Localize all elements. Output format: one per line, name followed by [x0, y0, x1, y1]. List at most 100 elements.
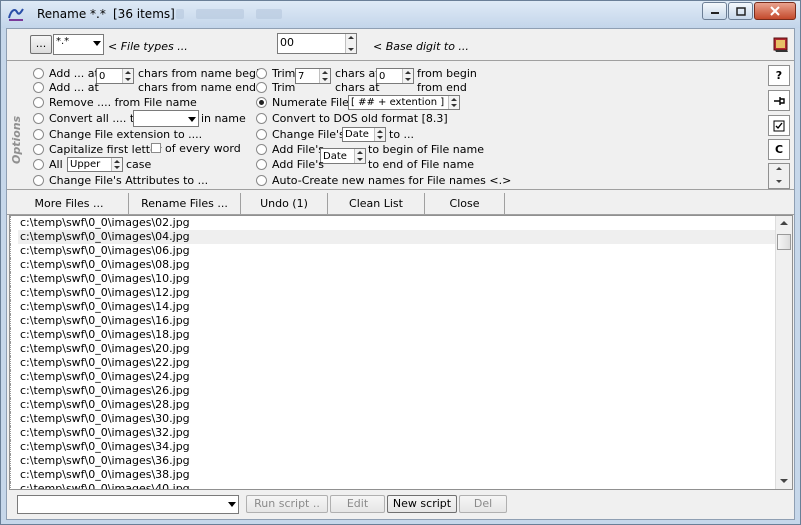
trim-begin-label: Trim	[272, 67, 296, 80]
spin-arrows-icon[interactable]	[402, 69, 413, 83]
add-at-end-radio[interactable]	[33, 82, 44, 93]
auto-create-label: Auto-Create new names for File names <.>	[272, 174, 512, 187]
add-begin-spin[interactable]: 0	[96, 68, 134, 84]
action-toolbar: More Files ... Rename Files ... Undo (1)…	[7, 191, 794, 215]
list-item[interactable]: c:\temp\swf\0_0\images\30.jpg	[10, 412, 776, 426]
list-item[interactable]: c:\temp\swf\0_0\images\26.jpg	[10, 384, 776, 398]
side-scroll[interactable]	[768, 163, 790, 189]
attributes-radio[interactable]	[33, 175, 44, 186]
spin-arrows-icon[interactable]	[111, 158, 122, 171]
trim-begin-radio[interactable]	[256, 68, 267, 79]
delete-script-button[interactable]: Del	[459, 495, 507, 513]
help-button[interactable]: ?	[768, 65, 790, 86]
list-item[interactable]: c:\temp\swf\0_0\images\24.jpg	[10, 370, 776, 384]
list-item[interactable]: c:\temp\swf\0_0\images\38.jpg	[10, 468, 776, 482]
list-item[interactable]: c:\temp\swf\0_0\images\14.jpg	[10, 300, 776, 314]
spin-arrows-icon[interactable]	[374, 128, 385, 141]
trim-pos-spin[interactable]: 0	[376, 68, 414, 84]
numerate-format-spin[interactable]: [ ## + extention ]	[348, 95, 460, 110]
close-window-button[interactable]	[754, 2, 796, 20]
convert-suffix: in name	[201, 112, 246, 125]
c-button[interactable]: C	[768, 139, 790, 160]
list-item[interactable]: c:\temp\swf\0_0\images\20.jpg	[10, 342, 776, 356]
remove-label: Remove .... from File name	[49, 96, 197, 109]
every-word-checkbox[interactable]	[151, 143, 161, 153]
spin-arrows-icon[interactable]	[319, 69, 330, 83]
check-button[interactable]	[768, 115, 790, 136]
list-item[interactable]: c:\temp\swf\0_0\images\06.jpg	[10, 244, 776, 258]
list-item[interactable]: c:\temp\swf\0_0\images\28.jpg	[10, 398, 776, 412]
chevron-down-icon	[225, 496, 238, 513]
base-digit-label: < Base digit to ...	[373, 40, 469, 53]
spin-arrows-icon[interactable]	[354, 149, 365, 163]
list-item[interactable]: c:\temp\swf\0_0\images\36.jpg	[10, 454, 776, 468]
convert-to-combo[interactable]	[133, 110, 199, 127]
close-button[interactable]: Close	[425, 193, 505, 214]
scroll-thumb[interactable]	[777, 234, 791, 250]
run-script-button[interactable]: Run script ..	[246, 495, 328, 513]
list-item[interactable]: c:\temp\swf\0_0\images\08.jpg	[10, 258, 776, 272]
change-date-spin[interactable]: Date	[342, 127, 386, 142]
rename-files-button[interactable]: Rename Files ...	[129, 193, 241, 214]
convert-all-label: Convert all .... to	[49, 112, 141, 125]
list-item[interactable]: c:\temp\swf\0_0\images\10.jpg	[10, 272, 776, 286]
remove-radio[interactable]	[33, 97, 44, 108]
scroll-up-icon[interactable]	[778, 218, 790, 230]
list-item[interactable]: c:\temp\swf\0_0\images\02.jpg	[10, 216, 776, 230]
change-extension-radio[interactable]	[33, 129, 44, 140]
maximize-button[interactable]	[728, 2, 753, 20]
add-at-begin-radio[interactable]	[33, 68, 44, 79]
list-item[interactable]: c:\temp\swf\0_0\images\18.jpg	[10, 328, 776, 342]
clean-list-button[interactable]: Clean List	[328, 193, 425, 214]
file-types-combo[interactable]: *.*	[53, 34, 104, 55]
spin-arrows-icon[interactable]	[345, 34, 356, 53]
script-combo[interactable]	[17, 495, 239, 514]
change-date-value: Date	[345, 129, 369, 140]
change-date-suffix: to ...	[389, 128, 415, 141]
list-item[interactable]: c:\temp\swf\0_0\images\12.jpg	[10, 286, 776, 300]
book-icon[interactable]	[772, 35, 790, 53]
trim-count-spin[interactable]: 7	[295, 68, 331, 84]
add-date-spin[interactable]: Date	[320, 148, 366, 164]
base-digit-input[interactable]: 00	[277, 33, 357, 54]
edit-script-button[interactable]: Edit	[330, 495, 385, 513]
options-label: Options	[10, 115, 23, 165]
list-item[interactable]: c:\temp\swf\0_0\images\40.jpg	[10, 482, 776, 489]
file-list[interactable]: c:\temp\swf\0_0\images\02.jpg c:\temp\sw…	[9, 215, 793, 490]
browse-dots-button[interactable]: ...	[30, 35, 52, 54]
auto-create-radio[interactable]	[256, 175, 267, 186]
trim-end-radio[interactable]	[256, 82, 267, 93]
numerate-radio[interactable]	[256, 97, 267, 108]
undo-button[interactable]: Undo (1)	[241, 193, 328, 214]
pin-button[interactable]	[768, 90, 790, 111]
add-date-begin-radio[interactable]	[256, 144, 267, 155]
trim-begin-suffix: from begin	[417, 67, 477, 80]
dos-format-radio[interactable]	[256, 113, 267, 124]
list-item[interactable]: c:\temp\swf\0_0\images\34.jpg	[10, 440, 776, 454]
trim-end-label: Trim	[272, 81, 296, 94]
case-value: Upper	[70, 159, 101, 170]
list-item[interactable]: c:\temp\swf\0_0\images\04.jpg	[10, 230, 776, 244]
close-icon	[770, 6, 780, 16]
convert-all-radio[interactable]	[33, 113, 44, 124]
add-date-begin-suffix: to begin of File name	[368, 143, 484, 156]
list-item[interactable]: c:\temp\swf\0_0\images\16.jpg	[10, 314, 776, 328]
list-item[interactable]: c:\temp\swf\0_0\images\32.jpg	[10, 426, 776, 440]
trim-end-chars: chars at	[335, 81, 380, 94]
add-end-suffix: chars from name end	[138, 81, 257, 94]
scroll-down-icon[interactable]	[778, 475, 790, 487]
more-files-button[interactable]: More Files ...	[10, 193, 129, 214]
case-spin[interactable]: Upper	[67, 157, 123, 172]
minimize-button[interactable]	[702, 2, 727, 20]
rename-window: Rename *.* [36 items] ... *.* < File typ…	[0, 0, 801, 525]
list-scrollbar[interactable]	[775, 216, 792, 489]
spin-arrows-icon[interactable]	[122, 69, 133, 83]
capitalize-radio[interactable]	[33, 144, 44, 155]
title-ghost	[176, 9, 184, 19]
spin-arrows-icon[interactable]	[448, 96, 459, 109]
all-case-radio[interactable]	[33, 159, 44, 170]
change-date-radio[interactable]	[256, 129, 267, 140]
new-script-button[interactable]: New script	[387, 495, 457, 513]
list-item[interactable]: c:\temp\swf\0_0\images\22.jpg	[10, 356, 776, 370]
add-date-end-radio[interactable]	[256, 159, 267, 170]
